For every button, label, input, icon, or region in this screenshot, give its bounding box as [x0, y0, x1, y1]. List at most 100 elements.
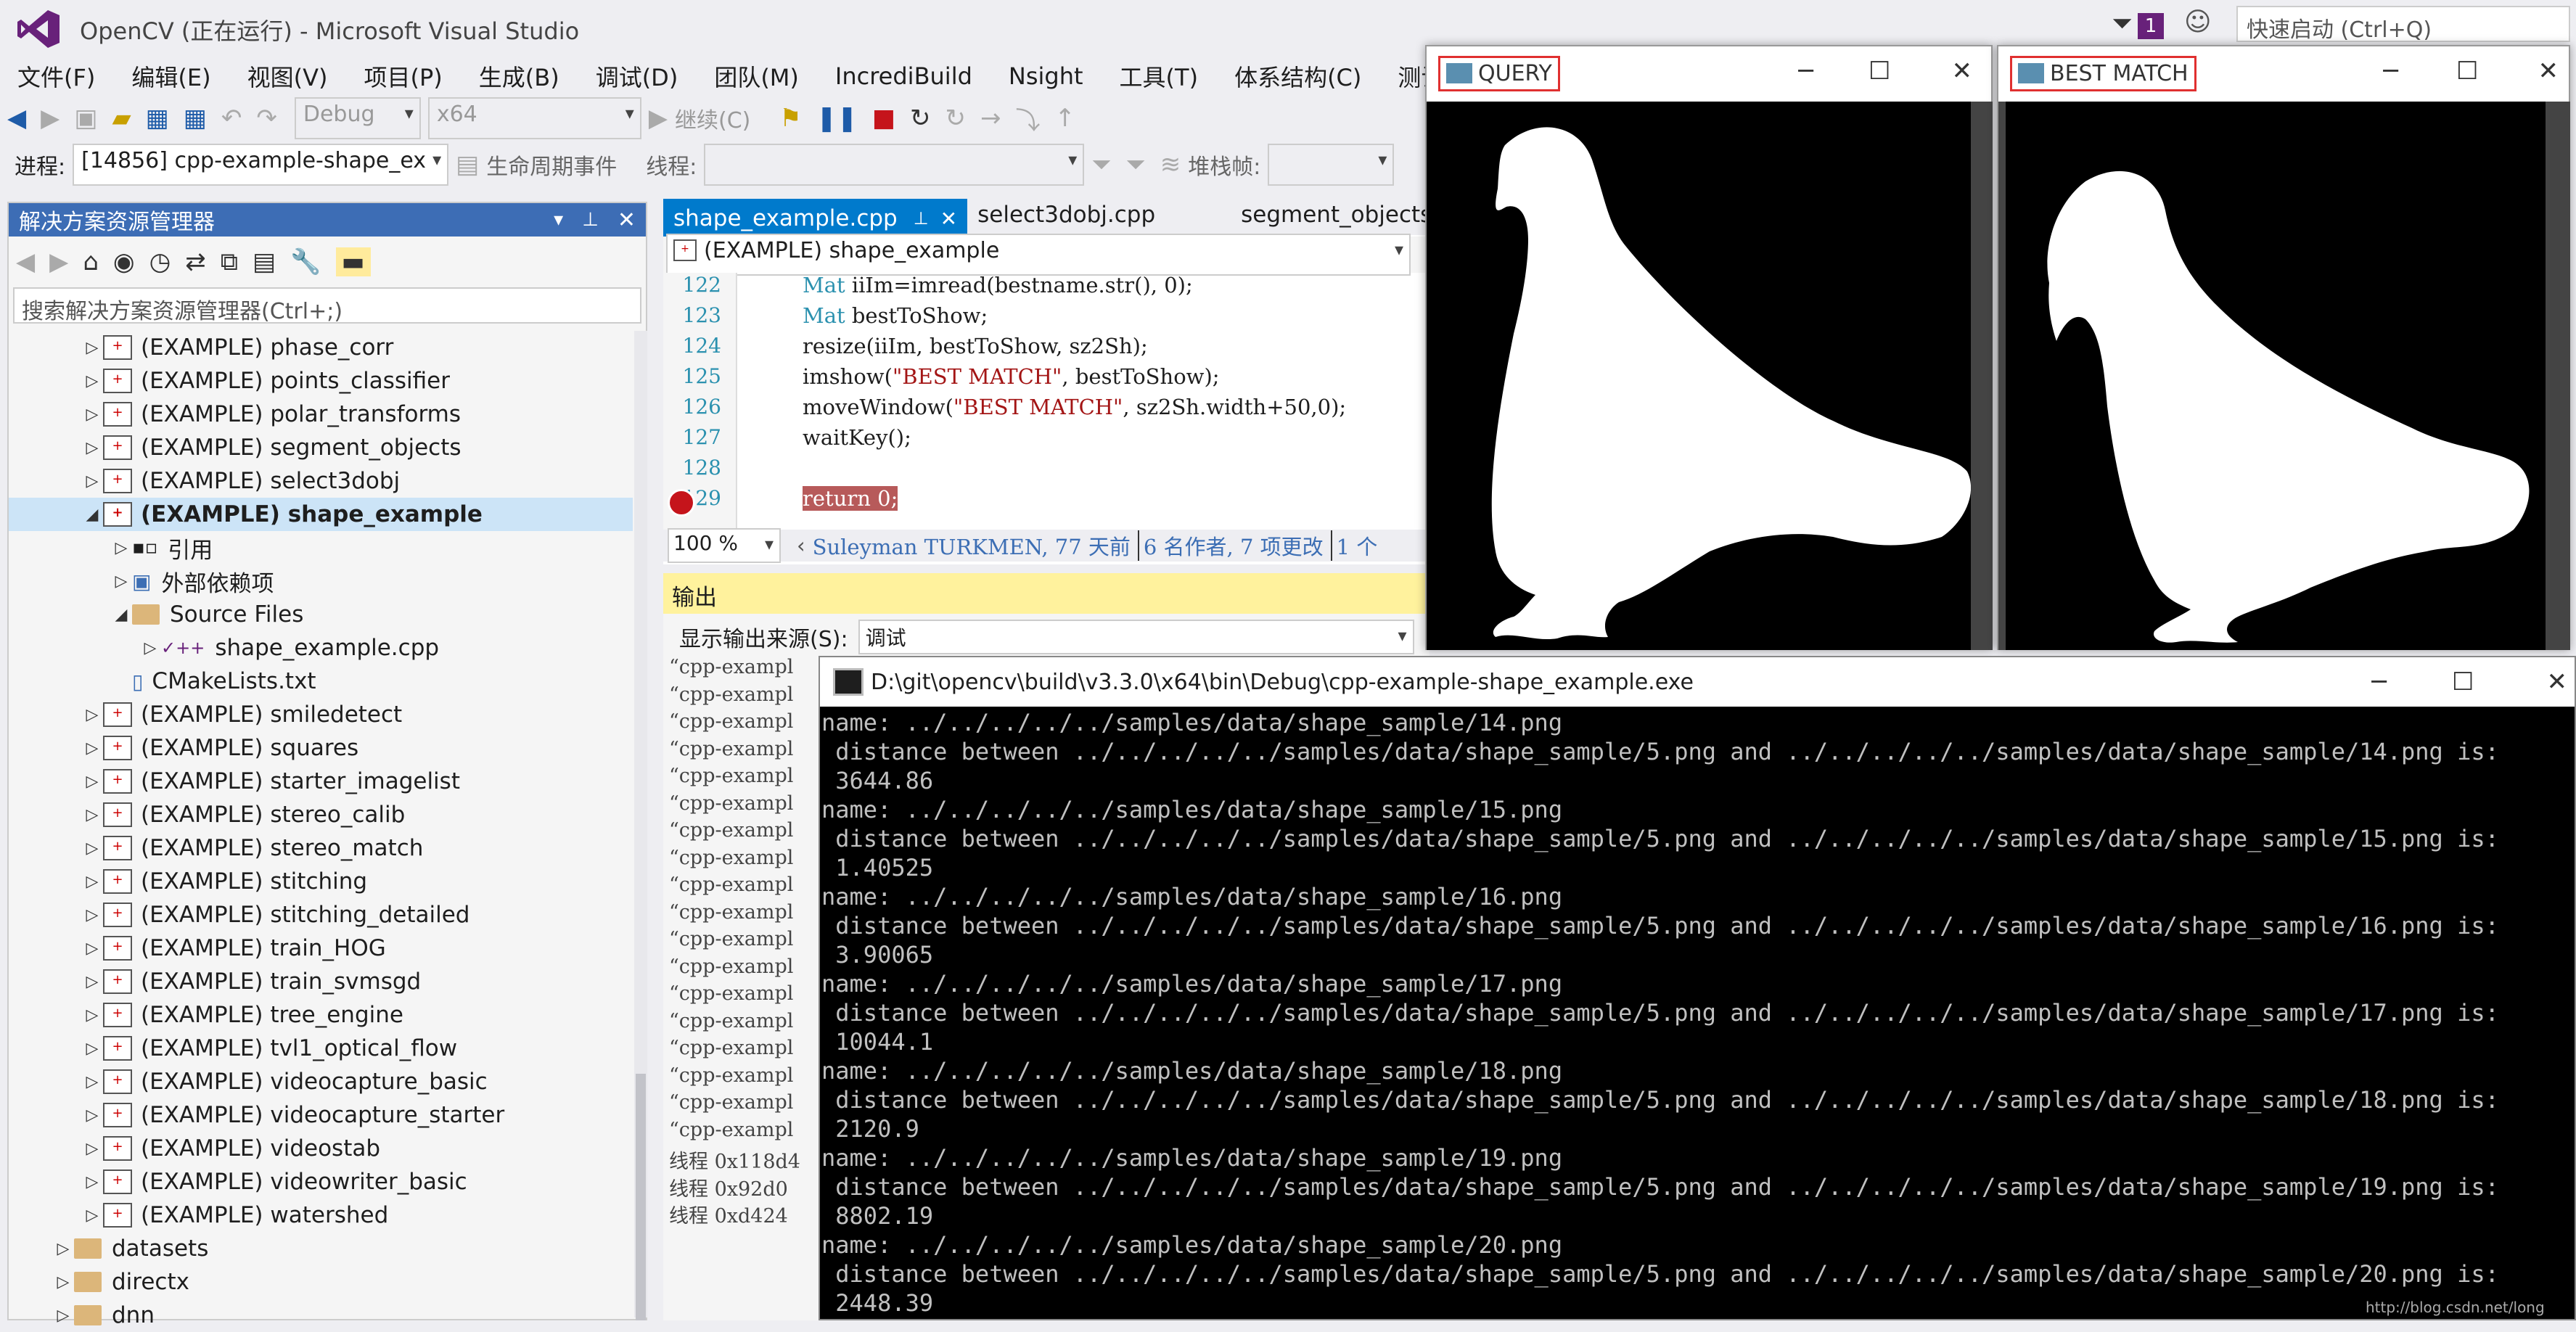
forward-icon[interactable]: ▶ — [41, 104, 60, 133]
expanded-arrow-icon[interactable]: ◢ — [81, 506, 103, 524]
sync-icon[interactable]: ⇄ — [185, 247, 206, 276]
code-line[interactable]: moveWindow("BEST MATCH", sz2Sh.width+50,… — [737, 395, 1429, 425]
tree-item[interactable]: ▷ + (EXAMPLE) watershed — [9, 1199, 633, 1232]
scope-select[interactable]: + (EXAMPLE) shape_example — [666, 234, 1411, 276]
code-line[interactable]: Mat bestToShow; — [737, 303, 1429, 334]
menu-item[interactable]: 工具(T) — [1120, 59, 1199, 93]
codelens-more[interactable]: 1 个 — [1330, 530, 1377, 561]
menu-item[interactable]: 调试(D) — [596, 59, 678, 93]
continue-button[interactable]: 继续(C) — [675, 102, 750, 134]
forward-icon[interactable]: ▶ — [49, 247, 68, 276]
flag-all-icon[interactable]: ⏷ — [1126, 150, 1146, 179]
expand-arrow-icon[interactable]: ▷ — [81, 1073, 103, 1091]
lifecycle-icon[interactable]: ▤ — [456, 150, 479, 179]
flag-thread-icon[interactable]: ⏷ — [1091, 150, 1111, 179]
tree-item[interactable]: ▷ + (EXAMPLE) segment_objects — [9, 431, 633, 464]
expanded-arrow-icon[interactable]: ◢ — [110, 606, 132, 624]
show-all-files-icon[interactable]: ▤ — [253, 247, 276, 276]
code-line[interactable]: waitKey(); — [737, 425, 1429, 456]
save-all-icon[interactable]: ▦ — [184, 104, 207, 133]
minimize-icon[interactable]: ─ — [2384, 57, 2398, 86]
continue-icon[interactable]: ▶ — [649, 104, 668, 133]
menu-item[interactable]: 编辑(E) — [131, 59, 210, 93]
history-icon[interactable]: ◷ — [149, 247, 171, 276]
tree-item[interactable]: ▷ + (EXAMPLE) stitching — [9, 865, 633, 898]
expand-arrow-icon[interactable]: ▷ — [52, 1307, 74, 1325]
solution-search-input[interactable]: 搜索解决方案资源管理器(Ctrl+;) — [13, 287, 641, 324]
tree-item[interactable]: ◢ Source Files — [9, 598, 633, 631]
close-icon[interactable]: ✕ — [940, 207, 957, 231]
menu-item[interactable]: 体系结构(C) — [1234, 59, 1361, 93]
zoom-select[interactable]: 100 % — [668, 528, 781, 563]
notification-badge[interactable]: 1 — [2138, 13, 2164, 39]
tree-item[interactable]: ▷ ▣ 外部依赖项 — [9, 564, 633, 598]
expand-arrow-icon[interactable]: ▷ — [81, 873, 103, 891]
attach-icon[interactable]: ⚑ — [779, 104, 801, 133]
expand-arrow-icon[interactable]: ▷ — [81, 472, 103, 490]
expand-arrow-icon[interactable]: ▷ — [81, 1006, 103, 1024]
undo-icon[interactable]: ↶ — [221, 104, 242, 133]
expand-arrow-icon[interactable]: ▷ — [81, 940, 103, 958]
tree-item[interactable]: ▷ + (EXAMPLE) phase_corr — [9, 331, 633, 364]
process-select[interactable]: [14856] cpp-example-shape_ex — [73, 144, 449, 186]
code-line[interactable]: imshow("BEST MATCH", bestToShow); — [737, 364, 1429, 395]
menu-item[interactable]: 项目(P) — [364, 59, 442, 93]
panel-menu-icon[interactable]: ▾ — [554, 209, 563, 231]
feedback-icon[interactable]: ☺ — [2184, 7, 2212, 37]
solution-scrollbar-thumb[interactable] — [636, 1074, 646, 1320]
pin-icon[interactable]: ⊥ — [914, 208, 929, 229]
tree-item[interactable]: ▷ + (EXAMPLE) points_classifier — [9, 364, 633, 398]
tree-item[interactable]: ▷ + (EXAMPLE) stitching_detailed — [9, 898, 633, 932]
platform-select[interactable]: x64 — [427, 97, 641, 139]
tree-item[interactable]: ▷ + (EXAMPLE) videowriter_basic — [9, 1165, 633, 1199]
tree-item[interactable]: ▷ + (EXAMPLE) tvl1_optical_flow — [9, 1032, 633, 1065]
expand-arrow-icon[interactable]: ▷ — [81, 773, 103, 791]
back-icon[interactable]: ◀ — [7, 104, 26, 133]
expand-arrow-icon[interactable]: ▷ — [110, 539, 132, 557]
maximize-icon[interactable]: ☐ — [1869, 57, 1890, 86]
expand-arrow-icon[interactable]: ▷ — [81, 1106, 103, 1125]
maximize-icon[interactable]: ☐ — [2456, 57, 2478, 86]
tree-item[interactable]: ▷ + (EXAMPLE) videostab — [9, 1132, 633, 1165]
code-line[interactable]: Mat iiIm=imread(bestname.str(), 0); — [737, 273, 1429, 303]
tree-item[interactable]: ▷ + (EXAMPLE) starter_imagelist — [9, 765, 633, 798]
menu-item[interactable]: 生成(B) — [479, 59, 559, 93]
configuration-select[interactable]: Debug — [294, 97, 421, 139]
tree-item[interactable]: ▷ + (EXAMPLE) videocapture_starter — [9, 1098, 633, 1132]
menu-item[interactable]: IncrediBuild — [835, 62, 972, 90]
expand-arrow-icon[interactable]: ▷ — [81, 839, 103, 858]
expand-arrow-icon[interactable]: ▷ — [81, 1206, 103, 1225]
menu-item[interactable]: Nsight — [1009, 62, 1083, 90]
close-icon[interactable]: ✕ — [1952, 57, 1973, 86]
expand-arrow-icon[interactable]: ▷ — [81, 1173, 103, 1191]
thread-select[interactable] — [704, 144, 1085, 186]
redo-icon[interactable]: ↷ — [256, 104, 277, 133]
open-folder-icon[interactable]: ▰ — [112, 104, 131, 133]
codelens-author[interactable]: Suleyman TURKMEN, 77 天前 — [813, 530, 1131, 561]
expand-arrow-icon[interactable]: ▷ — [81, 1040, 103, 1058]
preview-icon[interactable]: ▬ — [335, 247, 371, 276]
expand-arrow-icon[interactable]: ▷ — [52, 1273, 74, 1291]
expand-arrow-icon[interactable]: ▷ — [52, 1240, 74, 1258]
filter-icon[interactable]: ⏷ — [2112, 9, 2133, 39]
expand-arrow-icon[interactable]: ▷ — [81, 806, 103, 824]
minimize-icon[interactable]: ─ — [1799, 57, 1813, 86]
tree-item[interactable]: ▷ dnn — [9, 1299, 633, 1332]
lifecycle-events-button[interactable]: 生命周期事件 — [486, 149, 617, 181]
expand-arrow-icon[interactable]: ▷ — [81, 906, 103, 924]
expand-arrow-icon[interactable]: ▷ — [81, 372, 103, 390]
properties-icon[interactable]: 🔧 — [290, 247, 321, 276]
close-icon[interactable]: ✕ — [2538, 57, 2559, 86]
expand-arrow-icon[interactable]: ▷ — [81, 739, 103, 757]
tree-item[interactable]: ▷ ▪▫ 引用 — [9, 531, 633, 564]
pin-icon[interactable]: ⊥ — [582, 209, 599, 231]
tree-item[interactable]: ▷ + (EXAMPLE) smiledetect — [9, 698, 633, 731]
home-icon[interactable]: ⌂ — [83, 247, 99, 276]
vs-switch-view-icon[interactable]: ◉ — [113, 247, 135, 276]
new-project-icon[interactable]: ▣ — [74, 104, 97, 133]
code-line[interactable] — [737, 456, 1429, 486]
tree-item[interactable]: ▷ + (EXAMPLE) train_svmsgd — [9, 965, 633, 998]
quick-launch-input[interactable]: 快速启动 (Ctrl+Q) — [2236, 6, 2570, 43]
tree-item[interactable]: ▷ + (EXAMPLE) stereo_match — [9, 831, 633, 865]
expand-arrow-icon[interactable]: ▷ — [81, 406, 103, 424]
